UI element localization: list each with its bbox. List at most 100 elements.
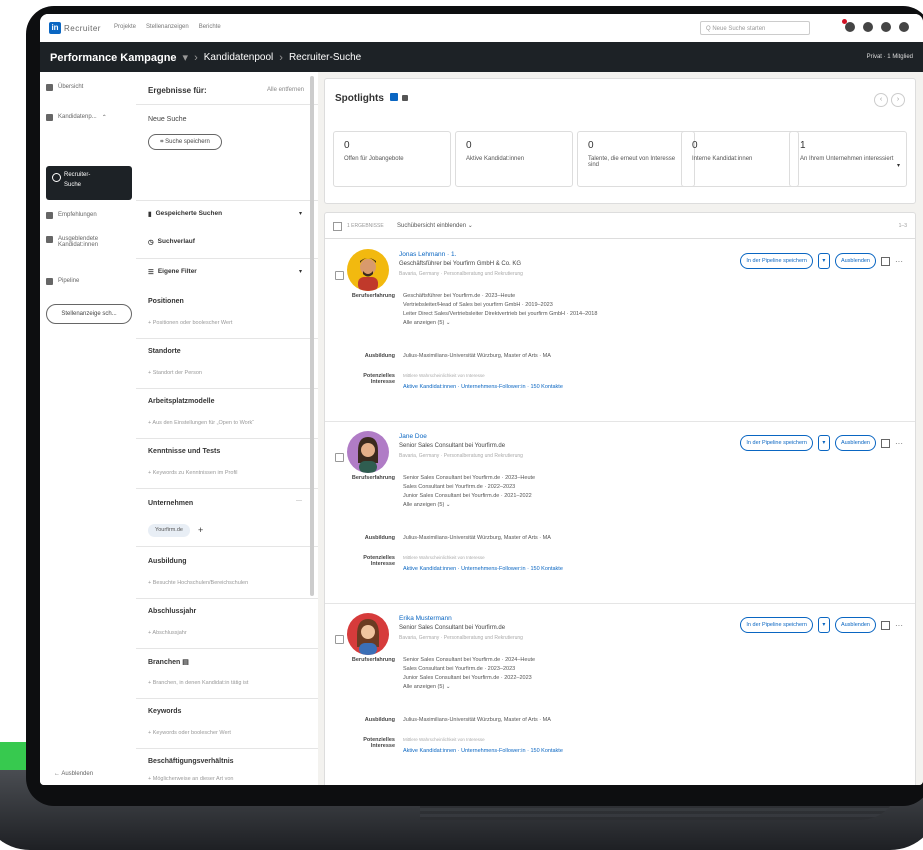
post-job-button[interactable]: Stellenanzeige sch... (46, 304, 132, 324)
sidebar-item-hidden-candidates[interactable]: Ausgeblendete Kandidat:innen (46, 236, 98, 248)
project-visibility[interactable]: Privat · 1 Mitglied (867, 54, 913, 60)
add-industry-input[interactable]: + Branchen, in denen Kandidat:in tätig i… (148, 680, 248, 686)
sidebar-item-recommendations[interactable]: Empfehlungen (46, 212, 97, 219)
interest-links[interactable]: Aktive Kandidat:innen · Unternehmens-Fol… (403, 566, 563, 572)
candidate-actions: In der Pipeline speichern ▾ Ausblenden ·… (740, 253, 903, 269)
interest-links[interactable]: Aktive Kandidat:innen · Unternehmens-Fol… (403, 748, 563, 754)
spotlight-card-company-interest[interactable]: 1 An Ihrem Unternehmen interessiert ▾ (789, 131, 907, 187)
more-icon[interactable]: ··· (296, 498, 302, 504)
breadcrumb-project[interactable]: Performance Kampagne (50, 52, 177, 64)
collapse-sidebar-button[interactable]: ← Ausblenden (54, 771, 93, 777)
spotlight-card-open-to-work[interactable]: 0 Offen für Jobangebote (333, 131, 451, 187)
message-icon[interactable] (881, 438, 890, 448)
add-education-input[interactable]: + Besuchte Hochschulen/Bereichschulen (148, 580, 248, 586)
chevron-left-icon[interactable]: ‹ (874, 93, 888, 107)
filter-scrollbar[interactable] (310, 76, 314, 596)
add-company-icon[interactable]: + (198, 525, 203, 535)
spotlight-card-rediscovered[interactable]: 0 Talente, die erneut von Interesse sind (577, 131, 695, 187)
show-all-link[interactable]: Alle anzeigen (5) ⌄ (403, 683, 535, 692)
notifications-icon[interactable] (842, 19, 855, 32)
nav-projects[interactable]: Projekte (114, 24, 136, 30)
candidate-actions: In der Pipeline speichern ▾ Ausblenden ·… (740, 617, 903, 633)
hide-candidate-button[interactable]: Ausblenden (834, 253, 876, 269)
message-icon[interactable] (881, 620, 890, 630)
breadcrumb-pool[interactable]: Kandidatenpool (204, 52, 274, 63)
sidebar-item-recruiter-search[interactable]: Recruiter- Suche (46, 166, 132, 200)
recruiter-logo[interactable]: in Recruiter (49, 22, 101, 34)
divider (136, 200, 318, 201)
interest-links[interactable]: Aktive Kandidat:innen · Unternehmens-Fol… (403, 384, 563, 390)
add-employment-type-input[interactable]: + Möglicherweise an dieser Art von (148, 776, 233, 782)
candidate-checkbox[interactable] (335, 635, 344, 644)
add-graduation-year-input[interactable]: + Abschlussjahr (148, 630, 187, 636)
message-icon[interactable] (881, 256, 890, 266)
experience-item: Senior Sales Consultant bei Yourfirm.de … (403, 475, 536, 481)
add-location-input[interactable]: + Standort der Person (148, 370, 202, 376)
global-search-input[interactable]: Q Neue Suche starten (700, 21, 810, 35)
industries-label: Branchen (148, 659, 181, 666)
sidebar-item-overview[interactable]: Übersicht (46, 84, 83, 91)
candidate-actions: In der Pipeline speichern ▾ Ausblenden ·… (740, 435, 903, 451)
sidebar-item-label: Übersicht (58, 84, 84, 90)
saved-searches-toggle[interactable]: ▮ Gespeicherte Suchen (148, 210, 222, 218)
custom-filters-toggle[interactable]: ☰ Eigene Filter (148, 268, 197, 276)
collapse-label: Ausblenden (61, 771, 94, 777)
hide-candidate-button[interactable]: Ausblenden (834, 617, 876, 633)
company-filter-chip[interactable]: Yourfirm.de (148, 524, 190, 537)
avatar-illustration (357, 619, 379, 655)
save-to-pipeline-button[interactable]: In der Pipeline speichern (740, 435, 813, 451)
nav-job-posts[interactable]: Stellenanzeigen (146, 24, 189, 30)
filter-title-locations: Standorte (148, 348, 181, 355)
select-all-checkbox[interactable] (333, 222, 342, 231)
nav-reports[interactable]: Berichte (199, 24, 221, 30)
chevron-down-icon[interactable]: ▾ (299, 210, 302, 217)
candidate-checkbox[interactable] (335, 453, 344, 462)
chevron-down-icon: ⌄ (445, 320, 451, 326)
sidebar-item-label: Pipeline (58, 278, 80, 284)
chevron-up-icon[interactable]: ⌃ (102, 114, 107, 121)
help-icon[interactable] (881, 22, 891, 32)
avatar[interactable] (347, 613, 389, 655)
chevron-down-icon[interactable]: ▾ (183, 51, 189, 64)
candidate-name[interactable]: Jonas Lehmann · 1. (399, 251, 456, 258)
new-search-link[interactable]: Neue Suche (148, 116, 187, 123)
chevron-down-icon[interactable]: ▾ (299, 268, 302, 275)
info-icon[interactable] (402, 95, 409, 101)
more-icon[interactable]: ··· (895, 621, 903, 630)
save-search-button[interactable]: ⌗ Suche speichern (148, 134, 222, 150)
more-icon[interactable]: ··· (895, 257, 903, 266)
candidate-checkbox[interactable] (335, 271, 344, 280)
avatar[interactable] (347, 431, 389, 473)
save-to-pipeline-button[interactable]: In der Pipeline speichern (740, 617, 813, 633)
search-history-link[interactable]: ◷ Suchverlauf (148, 238, 195, 246)
add-position-input[interactable]: + Positionen oder boolescher Wert (148, 320, 232, 326)
save-to-pipeline-button[interactable]: In der Pipeline speichern (740, 253, 813, 269)
profile-icon[interactable] (863, 22, 873, 32)
add-keywords-input[interactable]: + Keywords oder boolescher Wert (148, 730, 231, 736)
spotlight-card-internal[interactable]: 0 Interne Kandidat:innen (681, 131, 799, 187)
more-icon[interactable]: ··· (895, 439, 903, 448)
sidebar-item-pipeline[interactable]: Pipeline (46, 278, 79, 285)
chevron-right-icon[interactable]: › (891, 93, 905, 107)
search-overview-toggle[interactable]: Suchübersicht einblenden ⌄ (397, 222, 473, 229)
education-value: Julius-Maximilians-Universität Würzburg,… (403, 353, 551, 359)
divider (136, 546, 318, 547)
breadcrumb: Performance Kampagne ▾ › Kandidatenpool … (50, 51, 361, 65)
chevron-down-icon[interactable]: ▾ (817, 617, 830, 633)
add-workplace-input[interactable]: + Aus den Einstellungen für „Open to Wor… (148, 420, 254, 426)
avatar[interactable] (347, 249, 389, 291)
candidate-name[interactable]: Jane Doe (399, 433, 427, 440)
remove-all-filters-link[interactable]: Alle entfernen (267, 87, 304, 93)
linkedin-icon (389, 93, 398, 101)
account-icon[interactable] (899, 22, 909, 32)
candidate-name[interactable]: Erika Mustermann (399, 615, 452, 622)
spotlight-card-active-candidates[interactable]: 0 Aktive Kandidat:innen (455, 131, 573, 187)
hide-candidate-button[interactable]: Ausblenden (834, 435, 876, 451)
show-all-link[interactable]: Alle anzeigen (5) ⌄ (403, 501, 535, 510)
show-all-link[interactable]: Alle anzeigen (5) ⌄ (403, 319, 597, 328)
chevron-down-icon[interactable]: ▾ (897, 162, 900, 169)
chevron-down-icon[interactable]: ▾ (817, 435, 830, 451)
add-skills-input[interactable]: + Keywords zu Kenntnissen im Profil (148, 470, 237, 476)
sidebar-item-candidates[interactable]: Kandidatenp... ⌃ (46, 114, 107, 121)
chevron-down-icon[interactable]: ▾ (817, 253, 830, 269)
